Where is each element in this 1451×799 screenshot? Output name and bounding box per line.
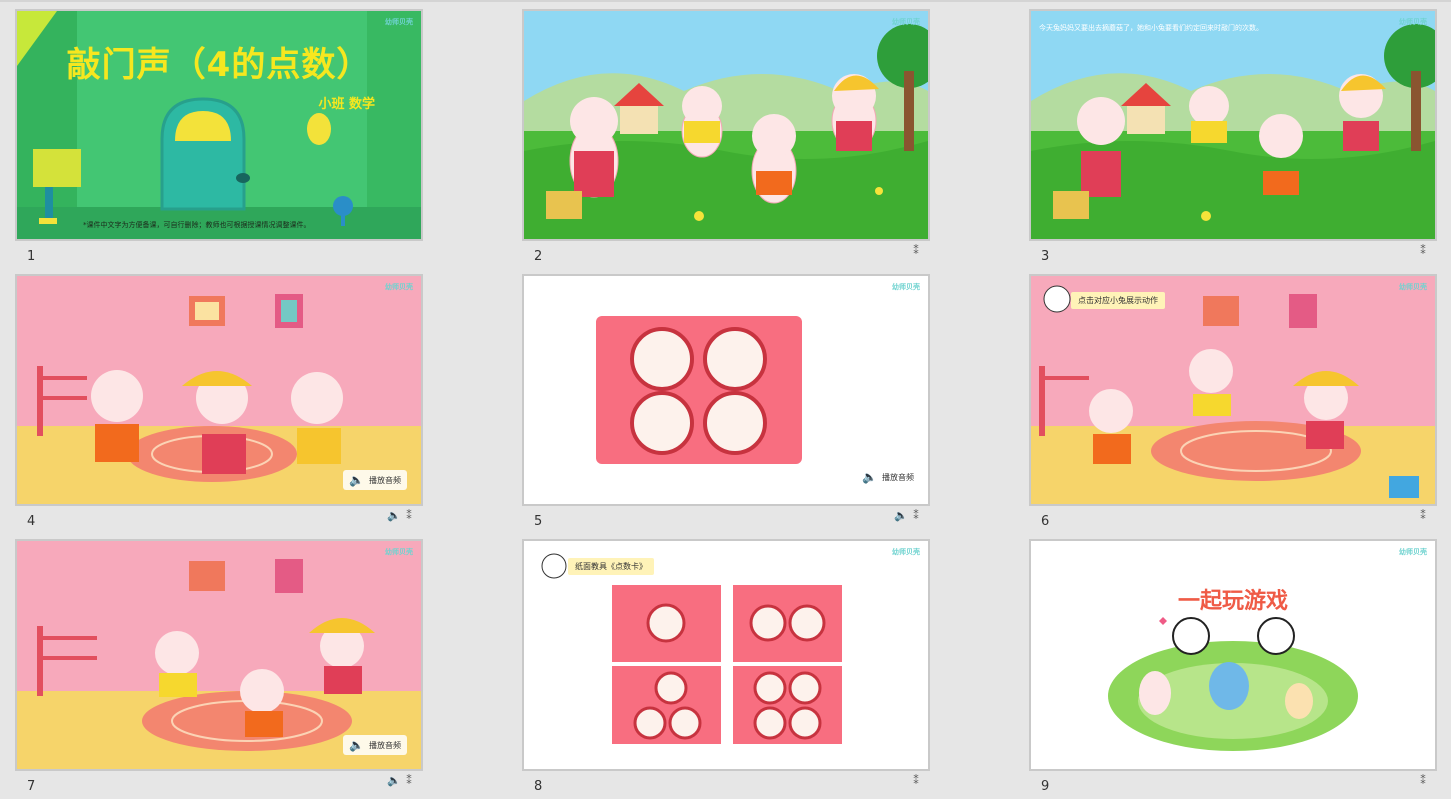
animation-star-icon[interactable]: ⁑ — [910, 245, 922, 257]
slide-note: *课件中文字为方便备课，可自行删除；教师也可根据授课情况调整课件。 — [83, 221, 311, 229]
brand-logo: 幼师贝壳 — [385, 548, 413, 556]
brand-logo: 幼师贝壳 — [892, 283, 920, 291]
slide-status-icons: 🔈 ⁑ — [894, 510, 922, 522]
slide-number: 3 — [1041, 249, 1050, 264]
slide-number: 9 — [1041, 779, 1050, 794]
slide-number: 2 — [534, 249, 543, 264]
speaker-icon: 🔈 — [861, 470, 877, 484]
instruction-label: 纸面教具《点数卡》 — [568, 558, 654, 575]
audio-speaker-icon[interactable]: 🔈 — [387, 775, 401, 787]
slide-title: 敲门声（4的点数） — [66, 45, 372, 85]
slide-preview[interactable]: 🔈 播放音频 幼师贝壳 — [15, 539, 423, 771]
animation-star-icon[interactable]: ⁑ — [1417, 510, 1429, 522]
slide-number: 4 — [27, 514, 36, 529]
play-audio-control[interactable]: 🔈 播放音频 — [862, 470, 914, 484]
animation-star-icon[interactable]: ⁑ — [403, 775, 415, 787]
slide-preview[interactable]: 纸面教具《点数卡》 幼师贝壳 — [522, 539, 930, 771]
play-audio-label: 播放音频 — [369, 475, 401, 485]
slide-status-icons: 🔈 ⁑ — [387, 775, 415, 787]
slide-preview[interactable]: 幼师贝壳 — [522, 9, 930, 241]
brand-logo: 幼师贝壳 — [1399, 283, 1427, 291]
animation-star-icon[interactable]: ⁑ — [1417, 245, 1429, 257]
animation-star-icon[interactable]: ⁑ — [403, 510, 415, 522]
slide-thumbnail-4[interactable]: 🔈 播放音频 幼师贝壳 4 🔈 ⁑ — [15, 274, 423, 532]
slide-number: 5 — [534, 514, 543, 529]
instruction-text: 纸面教具《点数卡》 — [568, 558, 654, 575]
slide-subtitle: 小班 数学 — [318, 97, 375, 112]
brand-logo: 幼师贝壳 — [892, 548, 920, 556]
animation-star-icon[interactable]: ⁑ — [910, 775, 922, 787]
play-audio-control[interactable]: 🔈 播放音频 — [342, 735, 407, 755]
slide-preview[interactable]: 🔈 播放音频 幼师贝壳 — [522, 274, 930, 506]
audio-speaker-icon[interactable]: 🔈 — [387, 510, 401, 522]
brand-logo: 幼师贝壳 — [385, 283, 413, 291]
play-audio-control[interactable]: 🔈 播放音频 — [342, 470, 407, 490]
speaker-icon: 🔈 — [348, 738, 364, 752]
brand-logo: 幼师贝壳 — [1399, 18, 1427, 26]
slide-preview[interactable]: 敲门声（4的点数） 小班 数学 *课件中文字为方便备课，可自行删除；教师也可根据… — [15, 9, 423, 241]
instruction-text: 点击对应小兔展示动作 — [1071, 292, 1165, 309]
slide-preview[interactable]: 今天兔妈妈又要出去摘蘑菇了，她和小兔要看们约定回来时敲门的次数。 幼师贝壳 — [1029, 9, 1437, 241]
brand-logo: 幼师贝壳 — [385, 18, 413, 26]
slide-status-icons: ⁑ — [910, 245, 922, 257]
slide-thumbnail-1[interactable]: 敲门声（4的点数） 小班 数学 *课件中文字为方便备课，可自行删除；教师也可根据… — [15, 9, 423, 267]
slide-preview[interactable]: 🔈 播放音频 幼师贝壳 — [15, 274, 423, 506]
slide-2-art — [524, 11, 928, 239]
slide-status-icons: ⁑ — [910, 775, 922, 787]
slide-8-art — [524, 541, 928, 769]
top-divider — [0, 0, 1451, 2]
slide-thumbnail-6[interactable]: 点击对应小兔展示动作 幼师贝壳 6 ⁑ — [1029, 274, 1437, 532]
slide-6-art — [1031, 276, 1435, 504]
slide-status-icons: 🔈 ⁑ — [387, 510, 415, 522]
slide-number: 8 — [534, 779, 543, 794]
slide-thumbnail-3[interactable]: 今天兔妈妈又要出去摘蘑菇了，她和小兔要看们约定回来时敲门的次数。 幼师贝壳 3 … — [1029, 9, 1437, 267]
brand-logo: 幼师贝壳 — [892, 18, 920, 26]
slide-title: 一起玩游戏 — [1177, 589, 1288, 614]
instruction-label: 点击对应小兔展示动作 — [1071, 292, 1165, 309]
animation-star-icon[interactable]: ⁑ — [1417, 775, 1429, 787]
audio-speaker-icon[interactable]: 🔈 — [894, 510, 908, 522]
slide-thumbnail-2[interactable]: 幼师贝壳 2 ⁑ — [522, 9, 930, 267]
animation-star-icon[interactable]: ⁑ — [910, 510, 922, 522]
slide-thumbnail-9[interactable]: 一起玩游戏 幼师贝壳 9 ⁑ — [1029, 539, 1437, 797]
slide-preview[interactable]: 点击对应小兔展示动作 幼师贝壳 — [1029, 274, 1437, 506]
slide-9-art — [1031, 541, 1435, 769]
slide-thumbnail-5[interactable]: 🔈 播放音频 幼师贝壳 5 🔈 ⁑ — [522, 274, 930, 532]
play-audio-label: 播放音频 — [882, 472, 914, 482]
slide-thumbnail-8[interactable]: 纸面教具《点数卡》 幼师贝壳 8 ⁑ — [522, 539, 930, 797]
slide-3-art — [1031, 11, 1435, 239]
slide-preview[interactable]: 一起玩游戏 幼师贝壳 — [1029, 539, 1437, 771]
speaker-icon: 🔈 — [348, 473, 364, 487]
slide-number: 6 — [1041, 514, 1050, 529]
brand-logo: 幼师贝壳 — [1399, 548, 1427, 556]
slide-status-icons: ⁑ — [1417, 775, 1429, 787]
slide-status-icons: ⁑ — [1417, 245, 1429, 257]
play-audio-label: 播放音频 — [369, 740, 401, 750]
slide-status-icons: ⁑ — [1417, 510, 1429, 522]
slide-narration-text: 今天兔妈妈又要出去摘蘑菇了，她和小兔要看们约定回来时敲门的次数。 — [1039, 24, 1263, 32]
slide-thumbnail-7[interactable]: 🔈 播放音频 幼师贝壳 7 🔈 ⁑ — [15, 539, 423, 797]
slide-number: 1 — [27, 249, 36, 264]
slide-number: 7 — [27, 779, 36, 794]
